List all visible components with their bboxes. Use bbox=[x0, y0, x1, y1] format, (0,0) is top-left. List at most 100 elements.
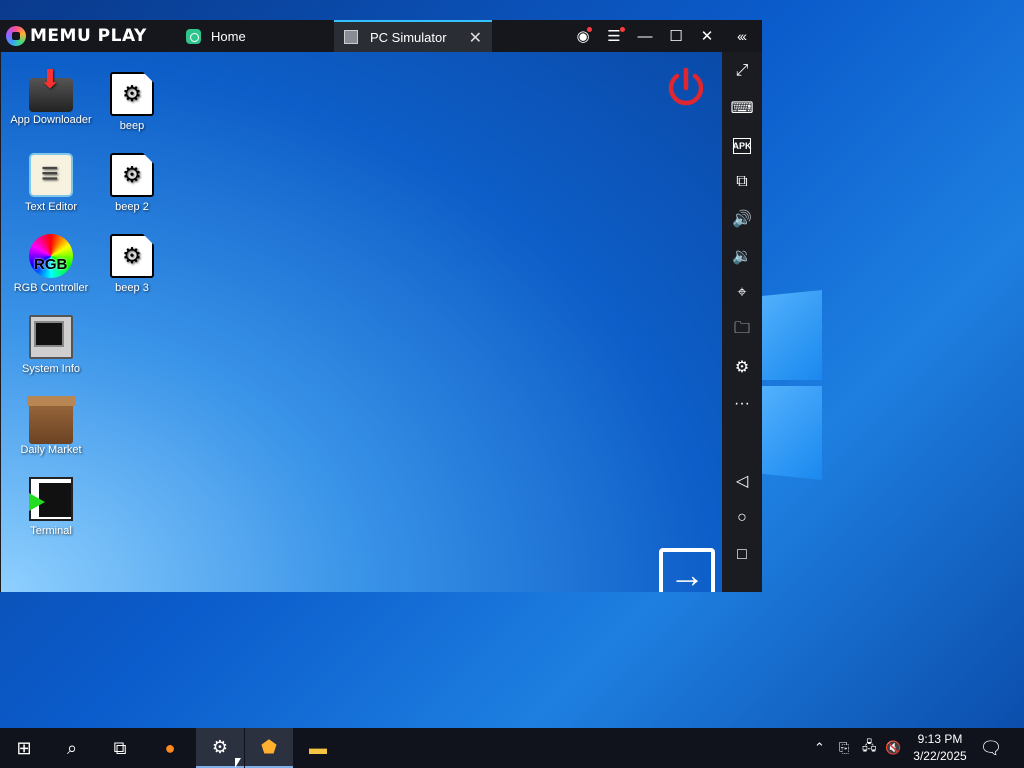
emulator-screen[interactable]: App Downloader ⚙ beep Text Editor ⚙ beep… bbox=[1, 52, 722, 592]
daily-market-shortcut[interactable]: Daily Market bbox=[1, 396, 101, 456]
windows-start-icon: ⊞ bbox=[16, 737, 32, 758]
clock-date: 3/22/2025 bbox=[913, 749, 967, 763]
menu-button[interactable]: ☰ bbox=[599, 20, 629, 52]
network-icon[interactable]: 🖧 bbox=[862, 728, 877, 768]
exit-button[interactable]: → bbox=[659, 548, 715, 592]
folder-icon: ▬ bbox=[309, 737, 327, 758]
chevron-up-icon: ⌃ bbox=[814, 740, 825, 755]
desktop-icon-label: Terminal bbox=[30, 525, 72, 537]
volume-up-icon: 🔊 bbox=[732, 211, 752, 228]
terminal-shortcut[interactable]: Terminal bbox=[1, 477, 101, 537]
minimize-button[interactable]: — bbox=[630, 20, 660, 52]
more-icon: ··· bbox=[734, 395, 750, 412]
more-button[interactable]: ··· bbox=[722, 389, 762, 419]
gear-file-icon: ⚙ bbox=[110, 72, 154, 116]
system-info-shortcut[interactable]: System Info bbox=[1, 315, 101, 375]
text-document-icon bbox=[29, 153, 73, 197]
android-recents-button[interactable]: □ bbox=[722, 540, 762, 570]
beep-3-shortcut[interactable]: ⚙ beep 3 bbox=[82, 234, 182, 294]
rgb-wheel-icon: RGB bbox=[29, 234, 73, 278]
power-icon[interactable] bbox=[664, 66, 708, 110]
desktop-icon-label: Daily Market bbox=[20, 444, 82, 456]
action-center-button[interactable]: 🗨 bbox=[974, 728, 1008, 768]
firefox-icon: ● bbox=[164, 737, 176, 758]
tab-home-label: Home bbox=[211, 28, 246, 44]
android-back-button[interactable]: ◁ bbox=[722, 466, 762, 496]
multi-window-icon: ⧉ bbox=[736, 173, 748, 190]
menu-notification-dot bbox=[620, 27, 625, 32]
account-button[interactable]: ◉ bbox=[568, 20, 598, 52]
minimize-icon: — bbox=[637, 27, 653, 45]
windows-taskbar: ⊞ ⌕ ⧉ ● ⚙ ⬟ ▬ ⌃ ⎘ 🖧 🔇 9:13 PM 3/22/2025 … bbox=[0, 728, 1024, 768]
maximize-icon: ☐ bbox=[669, 28, 683, 45]
fullscreen-icon: ⤢ bbox=[735, 62, 749, 79]
terminal-icon bbox=[29, 477, 73, 521]
tab-home[interactable]: Home bbox=[176, 20, 333, 52]
task-view-icon: ⧉ bbox=[113, 737, 127, 758]
settings-button[interactable]: ⚙ bbox=[722, 352, 762, 382]
emulator-sidebar: ⤢ ⌨ APK ⧉ 🔊 🔉 ⌖ 🗀 ⚙ ··· ◁ ○ □ bbox=[722, 52, 762, 592]
volume-muted-icon[interactable]: 🔇 bbox=[885, 728, 901, 768]
back-icon: ◁ bbox=[735, 473, 749, 490]
android-home-button[interactable]: ○ bbox=[722, 503, 762, 533]
close-tab-icon[interactable]: ✕ bbox=[469, 28, 482, 48]
recents-icon: □ bbox=[737, 546, 747, 563]
exit-arrow-icon: → bbox=[669, 554, 705, 592]
system-clock[interactable]: 9:13 PM 3/22/2025 bbox=[905, 731, 975, 765]
multi-window-button[interactable]: ⧉ bbox=[722, 167, 762, 197]
memu-window: MEMU PLAY Home PC Simulator ✕ ◉ ☰ — ☐ ✕ … bbox=[0, 20, 762, 592]
close-window-button[interactable]: ✕ bbox=[692, 20, 722, 52]
notification-dot bbox=[587, 27, 592, 32]
beep-2-shortcut[interactable]: ⚙ beep 2 bbox=[82, 153, 182, 213]
brand-name: MEMU PLAY bbox=[30, 26, 147, 46]
volume-down-icon: 🔉 bbox=[732, 248, 752, 265]
keyboard-button[interactable]: ⌨ bbox=[722, 93, 762, 123]
tab-pc-simulator-label: PC Simulator bbox=[370, 29, 447, 45]
memu-logo-icon bbox=[6, 26, 26, 46]
computer-icon bbox=[29, 315, 73, 359]
fullscreen-button[interactable]: ⤢ bbox=[722, 56, 762, 86]
task-view-button[interactable]: ⧉ bbox=[96, 728, 144, 768]
maximize-button[interactable]: ☐ bbox=[661, 20, 691, 52]
home-tab-icon bbox=[186, 28, 201, 44]
meet-now-icon[interactable]: ⎘ bbox=[839, 728, 849, 768]
collapse-sidebar-button[interactable]: ‹‹‹ bbox=[726, 20, 756, 52]
beep-shortcut[interactable]: ⚙ beep bbox=[82, 72, 182, 132]
memu-logo: MEMU PLAY bbox=[6, 26, 147, 46]
volume-down-button[interactable]: 🔉 bbox=[722, 241, 762, 271]
desktop-icon-label: beep 2 bbox=[115, 201, 149, 213]
location-button[interactable]: ⌖ bbox=[722, 278, 762, 308]
gear-file-icon: ⚙ bbox=[110, 153, 154, 197]
steam-icon: ⚙ bbox=[211, 736, 229, 757]
start-button[interactable]: ⊞ bbox=[0, 728, 48, 768]
rgb-badge: RGB bbox=[34, 256, 68, 273]
folder-icon: 🗀 bbox=[733, 319, 750, 337]
chevrons-left-icon: ‹‹‹ bbox=[737, 28, 747, 44]
apk-button[interactable]: APK bbox=[732, 138, 752, 154]
shared-folder-button[interactable]: 🗀 bbox=[722, 315, 762, 345]
tab-pc-simulator[interactable]: PC Simulator ✕ bbox=[334, 20, 492, 52]
keyboard-icon: ⌨ bbox=[730, 100, 754, 117]
memu-taskbar-button[interactable]: ⬟ bbox=[245, 728, 293, 768]
mouse-cursor bbox=[235, 758, 241, 768]
close-icon: ✕ bbox=[700, 28, 714, 45]
desktop-icon-label: beep bbox=[119, 120, 145, 132]
download-icon bbox=[29, 64, 73, 112]
title-bar[interactable]: MEMU PLAY Home PC Simulator ✕ ◉ ☰ — ☐ ✕ … bbox=[0, 20, 762, 52]
volume-up-button[interactable]: 🔊 bbox=[722, 204, 762, 234]
search-icon: ⌕ bbox=[66, 737, 78, 758]
clock-time: 9:13 PM bbox=[917, 732, 963, 746]
firefox-taskbar-button[interactable]: ● bbox=[146, 728, 194, 768]
settings-icon: ⚙ bbox=[734, 359, 750, 376]
pc-simulator-tab-icon bbox=[344, 30, 358, 44]
memu-icon: ⬟ bbox=[261, 736, 277, 757]
home-icon: ○ bbox=[737, 509, 747, 526]
desktop-icon-label: beep 3 bbox=[115, 282, 149, 294]
location-icon: ⌖ bbox=[737, 284, 747, 301]
apk-icon: APK bbox=[732, 141, 752, 151]
file-explorer-taskbar-button[interactable]: ▬ bbox=[294, 728, 342, 768]
show-hidden-icons-button[interactable]: ⌃ bbox=[814, 728, 825, 768]
search-button[interactable]: ⌕ bbox=[48, 728, 96, 768]
hamburger-icon: ☰ bbox=[607, 28, 621, 45]
notification-icon: 🗨 bbox=[979, 737, 1003, 758]
